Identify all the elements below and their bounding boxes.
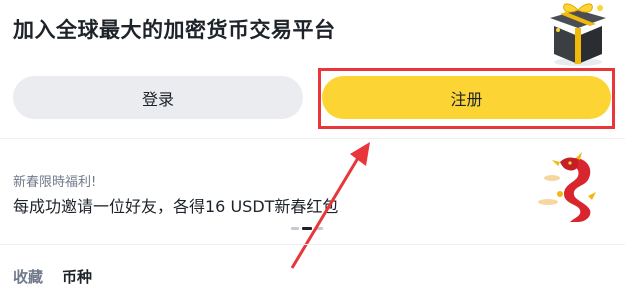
page-headline: 加入全球最大的加密货币交易平台 [13, 18, 336, 42]
gift-box-icon [550, 3, 606, 66]
tab-coins[interactable]: 币种 [62, 266, 92, 287]
divider [0, 244, 625, 245]
annotation-arrow [290, 142, 370, 269]
tab-favorites[interactable]: 收藏 [13, 266, 43, 287]
app-page: 加入全球最大的加密货币交易平台 登录 注册 新春限時福利! 每成功邀请一位好友，… [0, 0, 641, 291]
dragon-icon [538, 152, 596, 222]
register-highlight-box [318, 68, 615, 129]
login-button[interactable]: 登录 [13, 76, 303, 119]
promo-tag: 新春限時福利! [13, 175, 97, 190]
divider [0, 138, 625, 139]
